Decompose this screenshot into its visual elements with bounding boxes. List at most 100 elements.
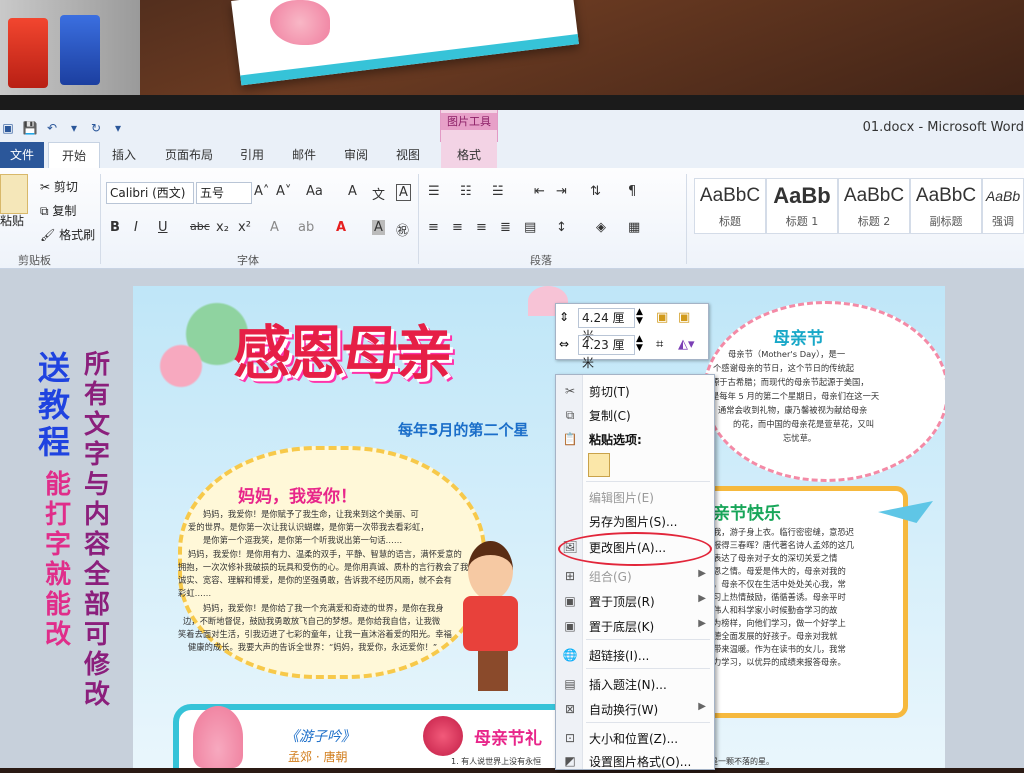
tab-page-layout[interactable]: 页面布局 — [165, 142, 213, 168]
sort-icon[interactable]: ⇅ — [590, 184, 601, 199]
menu-item-cut[interactable]: ✂ 剪切(T) — [556, 379, 714, 403]
font-color-icon[interactable]: A — [336, 220, 346, 235]
send-backward-icon[interactable]: ▣ — [678, 310, 690, 325]
menu-item-format-picture[interactable]: ◩ 设置图片格式(O)... — [556, 749, 714, 773]
tab-review[interactable]: 审阅 — [344, 142, 368, 168]
poster-image[interactable]: 感恩母亲 每年5月的第二个星 妈妈，我爱你！ 妈妈，我爱你！是你赋予了我生命，让… — [133, 286, 945, 768]
redo-icon[interactable]: ↻ — [88, 120, 104, 136]
menu-item-edit-picture: 编辑图片(E) — [556, 485, 714, 509]
menu-item-bring-to-front[interactable]: ▣ 置于顶层(R) ▶ — [556, 589, 714, 613]
save-icon[interactable]: 💾 — [22, 120, 38, 136]
text-effects-icon[interactable]: A — [270, 220, 279, 235]
divider — [100, 174, 101, 264]
grow-font-icon[interactable]: A˄ — [254, 184, 269, 199]
font-group-label: 字体 — [237, 254, 259, 267]
change-case-icon[interactable]: Aa — [306, 184, 323, 199]
width-spinner-icon[interactable]: ▲ ▼ — [636, 335, 643, 353]
poster-title: 感恩母亲 — [233, 319, 453, 387]
borders-icon[interactable]: ▦ — [628, 220, 640, 235]
style-subtitle[interactable]: AaBbC 副标题 — [910, 178, 982, 234]
justify-icon[interactable]: ≣ — [500, 220, 511, 235]
height-spinner-icon[interactable]: ▲ ▼ — [636, 308, 643, 326]
menu-item-insert-caption[interactable]: ▤ 插入题注(N)... — [556, 672, 714, 696]
font-name-select[interactable]: Calibri (西文) — [106, 182, 194, 204]
shading-icon[interactable]: ◈ — [596, 220, 606, 235]
customize-qat-icon[interactable]: ▾ — [110, 120, 126, 136]
menu-item-text-wrapping[interactable]: ⊠ 自动换行(W) ▶ — [556, 697, 714, 721]
paste-icon[interactable] — [0, 174, 28, 214]
shrink-font-icon[interactable]: A˅ — [276, 184, 291, 199]
enclose-char-icon[interactable]: ㊗ — [396, 220, 409, 239]
word-icon[interactable]: ▣ — [0, 120, 16, 136]
dropdown-icon[interactable]: ▾ — [66, 120, 82, 136]
increase-indent-icon[interactable]: ⇥ — [556, 184, 567, 199]
paragraph-group-label: 段落 — [530, 254, 552, 267]
bold-icon[interactable]: B — [110, 220, 120, 235]
width-field[interactable]: 4.23 厘米 — [578, 335, 635, 370]
right-text-line: 忘忧草。 — [783, 433, 817, 443]
menu-item-save-as-picture[interactable]: 另存为图片(S)... — [556, 509, 714, 533]
numbering-icon[interactable]: ☷ — [460, 184, 472, 199]
gift-text: 1. 有人说世界上没有永恒 — [451, 757, 542, 766]
tab-format[interactable]: 格式 — [441, 142, 497, 168]
style-title[interactable]: AaBbC 标题 — [694, 178, 766, 234]
tab-insert[interactable]: 插入 — [112, 142, 136, 168]
tab-mailings[interactable]: 邮件 — [292, 142, 316, 168]
menu-label: 粘贴选项: — [589, 433, 642, 447]
menu-item-hyperlink[interactable]: 🌐 超链接(I)... — [556, 643, 714, 667]
show-marks-icon[interactable]: ¶ — [628, 184, 636, 199]
crop-icon[interactable]: ⌗ — [656, 337, 663, 352]
superscript-icon[interactable]: x² — [238, 220, 251, 235]
menu-item-send-to-back[interactable]: ▣ 置于底层(K) ▶ — [556, 614, 714, 638]
cloud-text-line: 爱的世界。是你第一次让我认识蝴蝶，是你第一次带我去看彩虹， — [188, 522, 429, 532]
style-preview: AaBb — [773, 183, 831, 208]
strikethrough-icon[interactable]: abc — [190, 220, 210, 233]
distribute-icon[interactable]: ▤ — [524, 220, 536, 235]
align-left-icon[interactable]: ≡ — [428, 220, 439, 235]
tab-home[interactable]: 开始 — [48, 142, 100, 169]
menu-item-copy[interactable]: ⧉ 复制(C) — [556, 403, 714, 427]
box-text-line: 我，游子身上衣。临行密密缝，意恐迟 — [713, 527, 855, 537]
format-painter-button[interactable]: 🖌 格式刷 — [40, 226, 95, 243]
shape-style-icon[interactable]: ◭▾ — [678, 337, 695, 352]
style-name: 标题 2 — [857, 215, 891, 228]
align-center-icon[interactable]: ≡ — [452, 220, 463, 235]
menu-label: 剪切(T) — [589, 385, 630, 399]
tab-file[interactable]: 文件 — [0, 142, 44, 168]
send-back-icon: ▣ — [564, 619, 576, 633]
char-border-icon[interactable]: A — [396, 184, 411, 201]
paste-button[interactable]: 粘贴 — [0, 212, 24, 229]
multilevel-list-icon[interactable]: ☱ — [492, 184, 504, 199]
italic-icon[interactable]: I — [134, 220, 138, 235]
menu-item-size-position[interactable]: ⊡ 大小和位置(Z)... — [556, 726, 714, 750]
highlight-icon[interactable]: ab — [298, 220, 314, 235]
phonetic-icon[interactable]: 文 — [372, 184, 385, 203]
clear-format-icon[interactable]: A — [348, 184, 357, 199]
font-size-select[interactable]: 五号 — [196, 182, 252, 204]
menu-separator — [586, 639, 710, 640]
subscript-icon[interactable]: x₂ — [216, 220, 229, 235]
copy-button[interactable]: ⧉ 复制 — [40, 202, 76, 219]
style-name: 强调 — [992, 215, 1014, 228]
tab-view[interactable]: 视图 — [396, 142, 420, 168]
style-heading2[interactable]: AaBbC 标题 2 — [838, 178, 910, 234]
cut-button[interactable]: ✂ 剪切 — [40, 178, 78, 195]
paste-keep-format-icon[interactable] — [588, 453, 610, 477]
right-text-line: 个感谢母亲的节日，这个节日的传统起 — [713, 363, 855, 373]
cloud-text-line: 妈妈，我爱你！是你用有力、温柔的双手，平静、智慧的语言，满怀爱意的 — [188, 549, 462, 559]
child-body — [463, 596, 518, 651]
char-shading-icon[interactable]: A — [372, 220, 385, 235]
box-text-line: 伟人和科学家小时候勤奋学习的故 — [713, 605, 838, 615]
height-field[interactable]: 4.24 厘米 — [578, 308, 635, 343]
underline-icon[interactable]: U — [158, 220, 168, 235]
bring-forward-icon[interactable]: ▣ — [656, 310, 668, 325]
style-heading1[interactable]: AaBb 标题 1 — [766, 178, 838, 234]
menu-label: 大小和位置(Z)... — [589, 732, 679, 746]
undo-icon[interactable]: ↶ — [44, 120, 60, 136]
line-spacing-icon[interactable]: ↕ — [556, 220, 567, 235]
tab-references[interactable]: 引用 — [240, 142, 264, 168]
align-right-icon[interactable]: ≡ — [476, 220, 487, 235]
bullets-icon[interactable]: ☰ — [428, 184, 440, 199]
style-emphasis[interactable]: AaBb 强调 — [982, 178, 1024, 234]
decrease-indent-icon[interactable]: ⇤ — [534, 184, 545, 199]
